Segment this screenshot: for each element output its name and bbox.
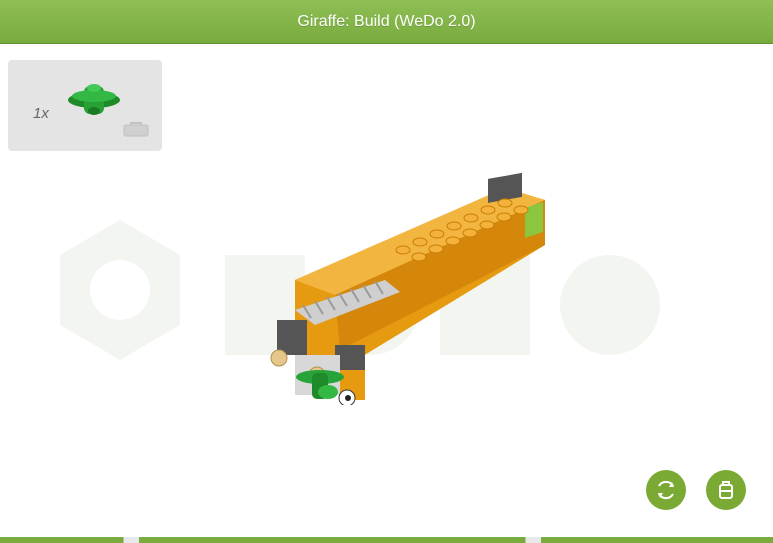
part-quantity: 1x: [33, 105, 49, 122]
title-bar: Giraffe: Build (WeDo 2.0): [0, 0, 773, 44]
rotate-button[interactable]: [646, 470, 686, 510]
green-cross-plate-attached: [290, 365, 350, 410]
parts-bag-icon: [719, 481, 733, 499]
parts-list-button[interactable]: [706, 470, 746, 510]
build-canvas: 1x: [0, 45, 773, 537]
bag-icon: [123, 121, 149, 142]
page-title: Giraffe: Build (WeDo 2.0): [297, 12, 476, 30]
bottom-strip: [0, 537, 773, 543]
green-cross-plate-icon: [66, 80, 122, 125]
parts-needed-panel: 1x: [8, 60, 162, 151]
rotate-icon: [658, 480, 674, 500]
